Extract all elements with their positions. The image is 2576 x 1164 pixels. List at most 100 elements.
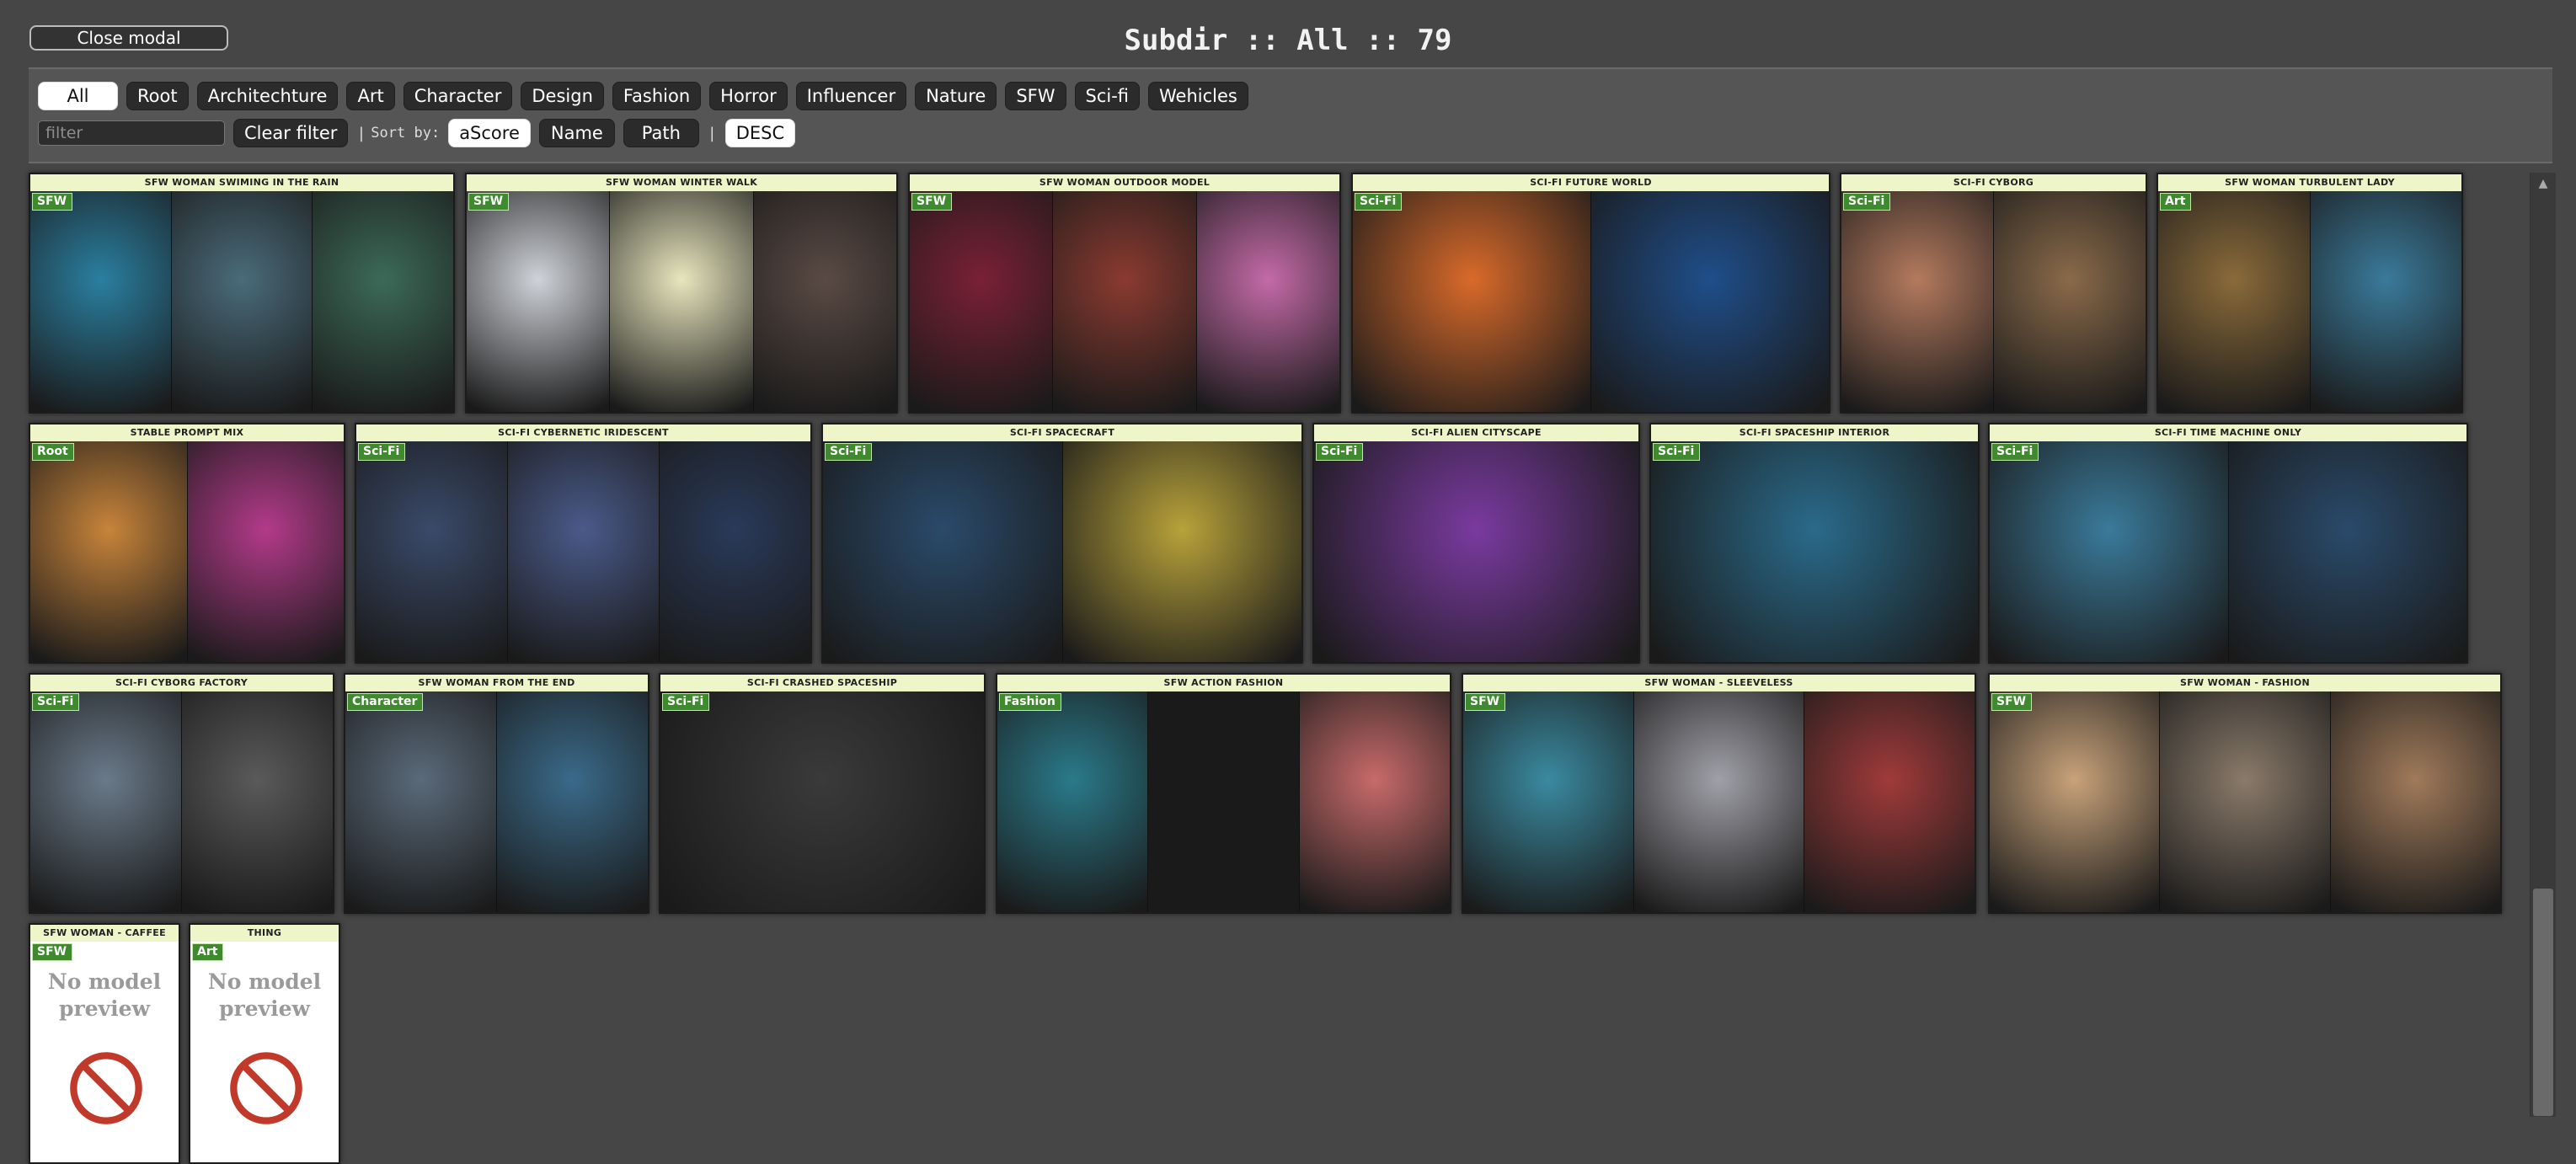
category-badge: Fashion [999,693,1061,711]
card-preview-images [30,441,344,662]
sort-option-path[interactable]: Path [623,119,699,147]
category-chip-root[interactable]: Root [126,82,189,110]
preview-image [2158,191,2310,412]
sort-order-button[interactable]: DESC [724,119,796,147]
preview-image [467,191,610,412]
card-preview-images [823,441,1301,662]
preview-image [1314,441,1638,662]
model-card[interactable]: SCI-FI ALIEN CITYSCAPE Sci-Fi [1312,423,1640,664]
card-title: SFW WOMAN OUTDOOR MODEL [910,174,1339,191]
preview-image [752,191,896,412]
preview-image [312,191,453,412]
scrollbar[interactable]: ▲ [2530,173,2556,1117]
model-card[interactable]: SCI-FI CYBORG Sci-Fi [1840,173,2147,414]
category-badge: SFW [32,193,73,211]
model-card[interactable]: SFW WOMAN FROM THE END Character [344,673,649,914]
model-card[interactable]: SCI-FI SPACECRAFT Sci-Fi [821,423,1303,664]
card-preview-images [660,691,984,912]
category-badge: SFW [468,193,510,211]
model-card[interactable]: SFW WOMAN OUTDOOR MODEL SFW [908,173,1341,414]
model-card[interactable]: SCI-FI CYBERNETIC IRIDESCENT Sci-Fi [355,423,812,664]
card-title: SCI-FI SPACECRAFT [823,424,1301,441]
preview-image [910,191,1053,412]
model-card[interactable]: SFW ACTION FASHION Fashion [996,673,1451,914]
category-chip-wehicles[interactable]: Wehicles [1148,82,1248,110]
card-title: SFW WOMAN - SLEEVELESS [1463,675,1975,691]
card-preview-images [1990,441,2466,662]
sort-label: Sort by: [371,125,441,141]
preview-image [1990,691,2160,912]
category-chip-influencer[interactable]: Influencer [795,82,907,110]
model-card[interactable]: SFW WOMAN - FASHION SFW [1988,673,2502,914]
category-chip-fashion[interactable]: Fashion [612,82,702,110]
scroll-up-icon[interactable]: ▲ [2536,178,2550,190]
preview-image [181,691,333,912]
page-title: Subdir :: All :: 79 [1124,24,1452,57]
category-badge: Sci-Fi [1991,443,2039,461]
card-title: SFW WOMAN - CAFFEE [30,925,179,942]
preview-image [1353,191,1590,412]
card-preview-images [467,191,896,412]
card-title: SFW WOMAN FROM THE END [345,675,648,691]
preview-image [30,441,187,662]
category-badge: Character [347,693,424,711]
card-title: SCI-FI FUTURE WORLD [1353,174,1829,191]
model-card[interactable]: THING No model preview Art [189,923,340,1164]
model-card[interactable]: SCI-FI SPACESHIP INTERIOR Sci-Fi [1649,423,1980,664]
model-card[interactable]: STABLE PROMPT MIX Root [29,423,345,664]
clear-filter-button[interactable]: Clear filter [233,119,349,147]
card-preview-images [1841,191,2146,412]
modal-header: Close modal Subdir :: All :: 79 [0,0,2576,66]
preview-image [660,691,984,912]
card-title: SCI-FI CRASHED SPACESHIP [660,675,984,691]
preview-image [1990,441,2228,662]
category-badge: Sci-Fi [825,443,873,461]
card-title: SFW ACTION FASHION [997,675,1450,691]
sort-option-ascore[interactable]: aScore [448,119,531,147]
filter-input[interactable] [38,120,225,146]
preview-image [507,441,659,662]
preview-image [30,691,181,912]
model-card[interactable]: SFW WOMAN - SLEEVELESS SFW [1462,673,1976,914]
category-badge: Art [2160,193,2192,211]
card-preview-images [1353,191,1829,412]
category-chip-horror[interactable]: Horror [709,82,788,110]
preview-image [345,691,496,912]
category-badge: SFW [32,943,73,961]
category-chip-sci-fi[interactable]: Sci-fi [1074,82,1141,110]
card-preview-images [1651,441,1978,662]
card-preview-images [356,441,810,662]
forbidden-icon [70,1052,142,1124]
model-card[interactable]: SCI-FI TIME MACHINE ONLY Sci-Fi [1988,423,2468,664]
category-chip-art[interactable]: Art [346,82,395,110]
card-preview-images [30,691,333,912]
card-preview-images [1990,691,2500,912]
category-chip-architechture[interactable]: Architechture [196,82,339,110]
preview-image [1463,691,1633,912]
card-title: SFW WOMAN SWIMING IN THE RAIN [30,174,453,191]
model-card[interactable]: SCI-FI CRASHED SPACESHIP Sci-Fi [659,673,986,914]
sort-option-name[interactable]: Name [538,119,615,147]
model-card[interactable]: SFW WOMAN WINTER WALK SFW [465,173,898,414]
preview-image [2159,691,2330,912]
no-preview-text: No model preview [47,969,162,1021]
preview-image [1590,191,1829,412]
category-chip-design[interactable]: Design [521,82,604,110]
card-title: THING [190,925,339,942]
model-card[interactable]: SCI-FI CYBORG FACTORY Sci-Fi [29,673,334,914]
category-chips: All Root Architechture Art Character Design Fa… [38,82,1248,110]
category-chip-sfw[interactable]: SFW [1005,82,1066,110]
card-title: SFW WOMAN - FASHION [1990,675,2500,691]
model-card[interactable]: SFW WOMAN TURBULENT LADY Art [2156,173,2463,414]
preview-image [1633,691,1804,912]
card-preview-images [30,191,453,412]
model-card[interactable]: SCI-FI FUTURE WORLD Sci-Fi [1351,173,1830,414]
category-chip-character[interactable]: Character [403,82,513,110]
model-card[interactable]: SFW WOMAN - CAFFEE No model preview SFW [29,923,180,1164]
category-chip-all[interactable]: All [38,82,118,110]
preview-image [30,191,171,412]
preview-image [2329,691,2500,912]
scrollbar-thumb[interactable] [2533,889,2553,1116]
model-card[interactable]: SFW WOMAN SWIMING IN THE RAIN SFW [29,173,455,414]
category-chip-nature[interactable]: Nature [915,82,997,110]
